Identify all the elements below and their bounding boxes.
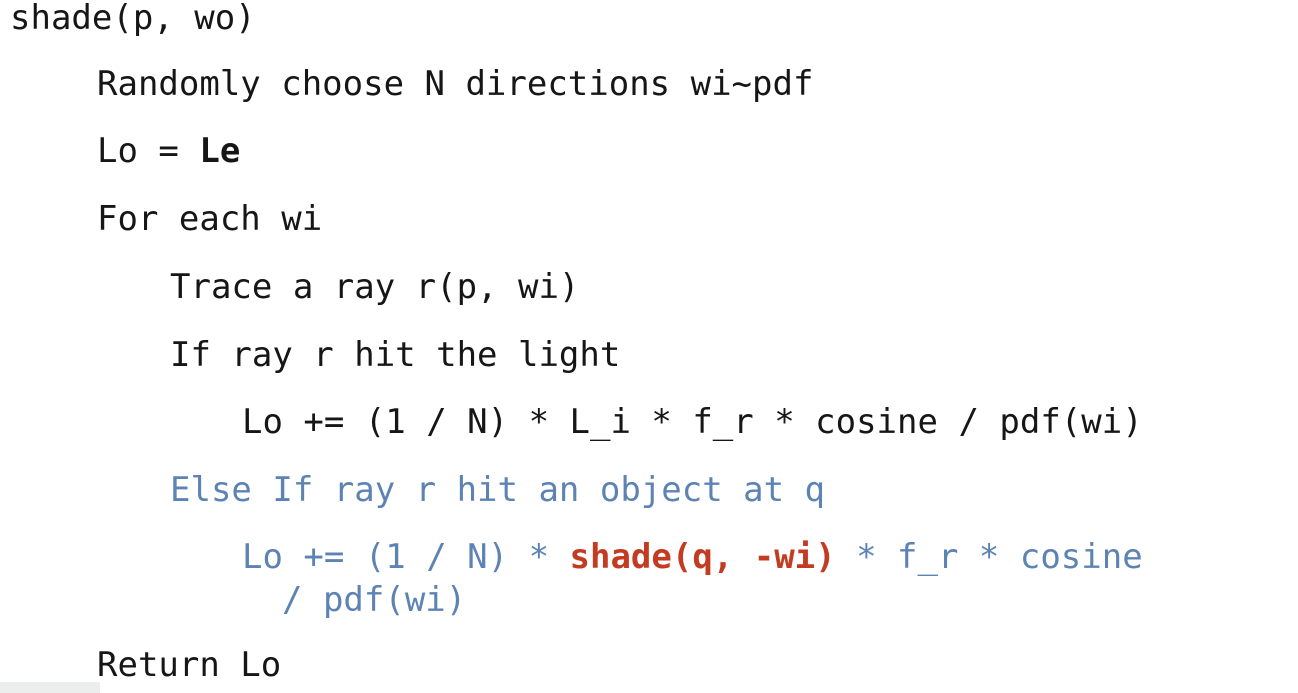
code-recursive-shade-call: shade(q, -wi)	[569, 537, 836, 577]
code-line-if-hit-light: If ray r hit the light	[170, 335, 621, 375]
code-lo-accumulate-suffix: * f_r * cosine	[835, 537, 1143, 577]
code-line-lo-accumulate-indirect-continued: / pdf(wi)	[282, 580, 467, 620]
pseudocode-slide: shade(p, wo) Randomly choose N direction…	[0, 0, 1298, 693]
code-line-lo-accumulate-indirect: Lo += (1 / N) * shade(q, -wi) * f_r * co…	[242, 537, 1143, 577]
code-line-trace-ray: Trace a ray r(p, wi)	[170, 267, 580, 307]
code-le-term: Le	[199, 131, 241, 171]
code-line-for-each-wi: For each wi	[97, 199, 323, 239]
bottom-edge-artifact	[0, 682, 100, 693]
code-lo-assign-text: Lo =	[97, 131, 200, 171]
code-line-random-directions: Randomly choose N directions wi~pdf	[97, 64, 814, 104]
code-line-function-signature: shade(p, wo)	[10, 0, 256, 38]
code-line-lo-init: Lo = Le	[97, 131, 240, 171]
code-line-else-if-hit-object: Else If ray r hit an object at q	[170, 470, 826, 510]
code-line-return-lo: Return Lo	[97, 645, 282, 685]
code-line-lo-accumulate-light: Lo += (1 / N) * L_i * f_r * cosine / pdf…	[242, 402, 1143, 442]
code-lo-accumulate-prefix: Lo += (1 / N) *	[242, 537, 570, 577]
